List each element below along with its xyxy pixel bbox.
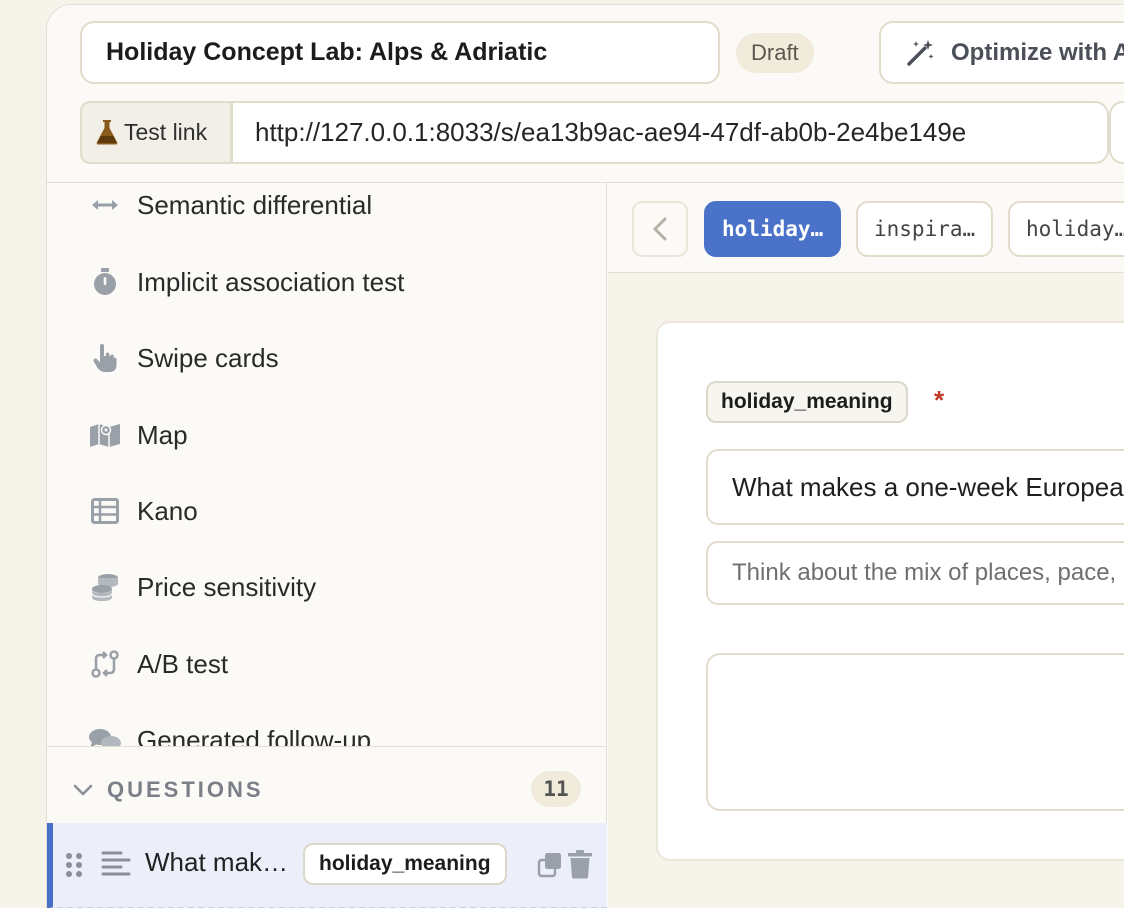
question-text-input[interactable]: What makes a one-week European holiday f… <box>706 449 1124 525</box>
type-item-label: Semantic differential <box>137 189 373 220</box>
question-card: holiday_meaning * What makes a one-week … <box>656 321 1124 861</box>
survey-title-input[interactable]: Holiday Concept Lab: Alps & Adriatic <box>80 21 720 84</box>
question-tab-bar: holiday… inspira… holiday… <box>608 183 1124 273</box>
required-marker: * <box>934 385 945 415</box>
magic-wand-icon <box>907 40 934 66</box>
status-badge: Draft <box>736 33 814 73</box>
map-icon <box>87 419 123 451</box>
tab-holiday[interactable]: holiday… <box>1008 201 1124 257</box>
question-variable-tag: holiday_meaning <box>303 843 507 885</box>
type-item-map[interactable]: Map <box>87 415 587 455</box>
text-lines-icon <box>101 851 131 876</box>
drag-handle-icon[interactable] <box>63 851 85 879</box>
type-item-semantic-differential[interactable]: Semantic differential <box>87 185 587 225</box>
test-url-field[interactable]: http://127.0.0.1:8033/s/ea13b9ac-ae94-47… <box>231 101 1109 164</box>
type-item-generated-follow-up[interactable]: Generated follow-up <box>87 720 587 746</box>
chevron-down-icon[interactable] <box>71 778 95 802</box>
tab-scroll-left-button[interactable] <box>632 201 688 257</box>
stopwatch-icon <box>87 266 123 298</box>
tab-inspiration[interactable]: inspira… <box>856 201 994 257</box>
answer-preview-textarea[interactable] <box>706 653 1124 811</box>
type-item-label: Swipe cards <box>137 342 279 373</box>
type-item-label: Price sensitivity <box>137 571 317 602</box>
tab-holiday-meaning[interactable]: holiday… <box>704 201 842 257</box>
type-item-kano[interactable]: Kano <box>87 491 587 531</box>
questions-count-badge: 11 <box>531 771 581 807</box>
swap-icon <box>87 648 123 680</box>
type-item-label: Kano <box>137 495 198 526</box>
sidebar: Semantic differential Implicit associati… <box>47 183 607 908</box>
optimize-button[interactable]: Optimize with AI <box>879 21 1124 84</box>
test-link-label: Test link <box>80 101 232 164</box>
question-editor-area: holiday… inspira… holiday… holiday_meani… <box>608 183 1124 908</box>
type-item-label: A/B test <box>137 648 229 679</box>
copy-link-button[interactable] <box>1109 101 1124 164</box>
pointer-hand-icon <box>87 342 123 374</box>
editor-header: Holiday Concept Lab: Alps & Adriatic Dra… <box>47 5 1124 183</box>
question-list-item-text: What mak… <box>145 847 289 877</box>
type-item-label: Map <box>137 419 188 450</box>
type-item-swipe-cards[interactable]: Swipe cards <box>87 338 587 378</box>
test-link-text: Test link <box>124 119 208 145</box>
variable-name-tag[interactable]: holiday_meaning <box>706 381 908 423</box>
optimize-button-label: Optimize with AI <box>951 39 1124 66</box>
trash-icon[interactable] <box>567 849 593 879</box>
chat-bubbles-icon <box>87 724 123 746</box>
questions-heading: QUESTIONS <box>107 777 264 802</box>
type-item-ab-test[interactable]: A/B test <box>87 644 587 684</box>
type-item-implicit-association[interactable]: Implicit association test <box>87 262 587 302</box>
duplicate-icon[interactable] <box>537 851 563 879</box>
question-description-input[interactable]: Think about the mix of places, pace, and… <box>706 541 1124 605</box>
type-item-label: Generated follow-up <box>137 724 372 747</box>
questions-section-header[interactable]: QUESTIONS 11 <box>47 746 607 824</box>
question-type-list: Semantic differential Implicit associati… <box>47 183 607 746</box>
flask-icon <box>96 120 118 145</box>
type-item-label: Implicit association test <box>137 266 405 297</box>
question-list-item[interactable]: What mak… holiday_meaning <box>47 823 607 908</box>
coins-icon <box>87 571 123 603</box>
chevron-left-icon <box>653 217 667 241</box>
table-icon <box>87 495 123 527</box>
arrows-horizontal-icon <box>87 189 123 221</box>
survey-editor-window: Holiday Concept Lab: Alps & Adriatic Dra… <box>46 4 1124 908</box>
type-item-price-sensitivity[interactable]: Price sensitivity <box>87 567 587 607</box>
